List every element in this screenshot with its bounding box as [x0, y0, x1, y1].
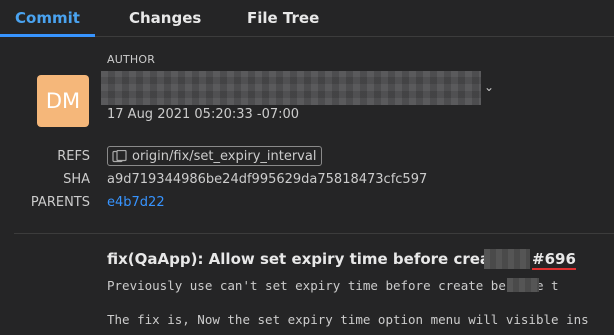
avatar: DM	[37, 75, 89, 127]
tab-changes[interactable]: Changes	[129, 0, 201, 37]
redacted-text	[507, 278, 539, 292]
refs-label: REFS	[57, 149, 90, 164]
commit-date: 17 Aug 2021 05:20:33 -07:00	[107, 107, 300, 122]
commit-body-line: The fix is, Now the set expiry time opti…	[107, 312, 589, 327]
ref-badge[interactable]: origin/fix/set_expiry_interval	[107, 146, 323, 166]
parents-label: PARENTS	[30, 195, 90, 210]
tab-bar: Commit Changes File Tree	[0, 0, 614, 37]
tab-file-tree[interactable]: File Tree	[247, 0, 319, 37]
remote-branch-icon	[112, 149, 127, 162]
sha-label: SHA	[63, 172, 90, 187]
commit-body-line: Previously use can't set expiry time bef…	[107, 278, 559, 293]
commit-detail-panel: Commit Changes File Tree AUTHOR DM ⌄ 17 …	[0, 0, 614, 335]
commit-title: fix(QaApp): Allow set expiry time before…	[107, 250, 508, 268]
sha-value: a9d719344986be24df995629da75818473cfc597	[107, 172, 428, 187]
chevron-down-icon[interactable]: ⌄	[484, 80, 494, 94]
parent-commit-link[interactable]: e4b7d22	[107, 195, 165, 210]
active-tab-indicator	[0, 34, 95, 37]
divider	[14, 233, 614, 234]
author-name-redacted[interactable]	[101, 71, 481, 105]
author-heading: AUTHOR	[107, 53, 156, 66]
redacted-text	[484, 249, 530, 269]
issue-link[interactable]: #696	[532, 250, 576, 270]
ref-name: origin/fix/set_expiry_interval	[132, 148, 317, 164]
tab-commit[interactable]: Commit	[15, 0, 80, 37]
